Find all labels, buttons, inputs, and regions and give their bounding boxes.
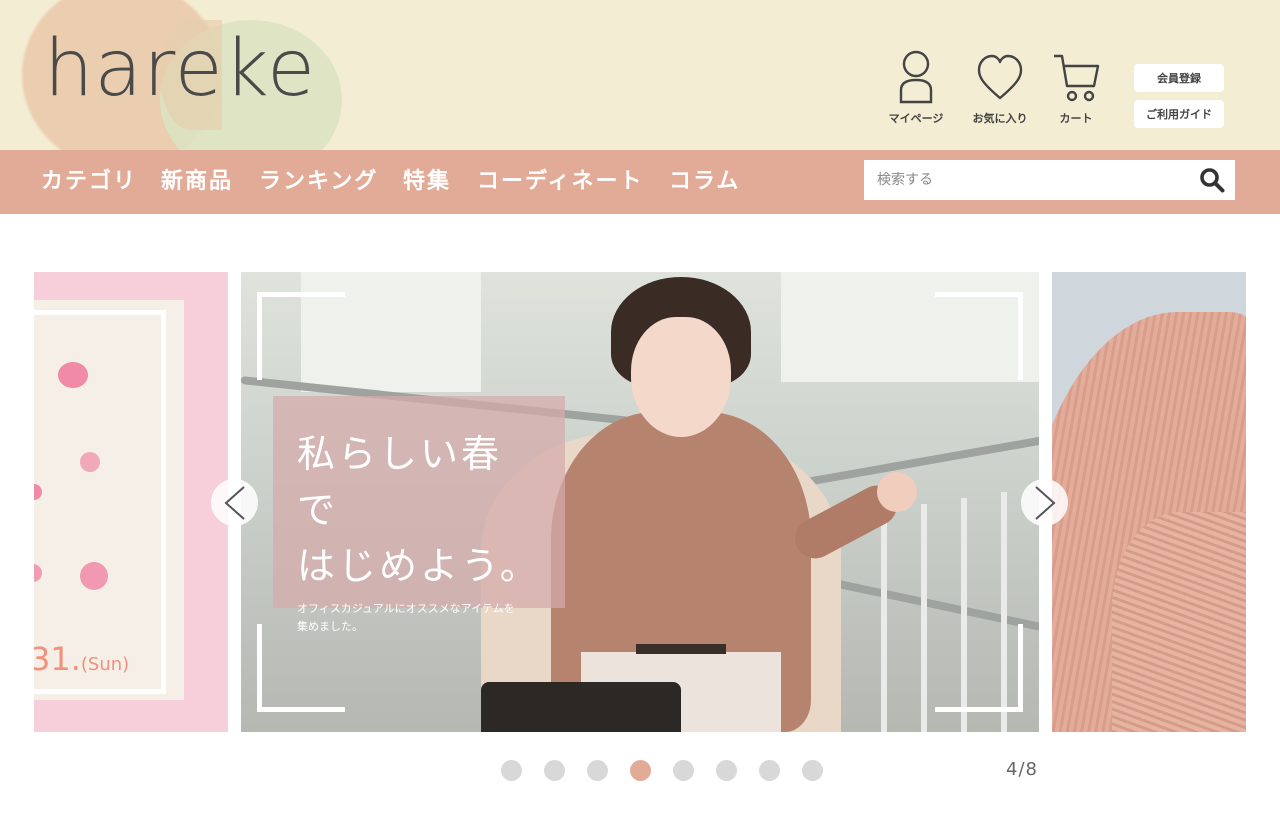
cart-label: カート bbox=[1059, 112, 1093, 125]
carousel-prev-button[interactable] bbox=[211, 479, 258, 526]
carousel-dot[interactable] bbox=[673, 760, 694, 781]
carousel-slide-current[interactable]: 私らしい春で はじめよう。 オフィスカジュアルにオススメなアイテムを 集めました… bbox=[241, 272, 1039, 732]
slide-date-number: 31. bbox=[34, 640, 81, 678]
frame-corner bbox=[257, 292, 345, 380]
slide-headline: 私らしい春で はじめよう。 bbox=[297, 432, 541, 588]
knit-garment bbox=[1112, 512, 1246, 732]
carousel-dot[interactable] bbox=[716, 760, 737, 781]
slide-frame bbox=[34, 310, 166, 694]
nav-item-column[interactable]: コラム bbox=[669, 168, 740, 196]
search-icon[interactable] bbox=[1199, 167, 1225, 193]
carousel-dot[interactable] bbox=[587, 760, 608, 781]
carousel-slide-next[interactable] bbox=[1052, 272, 1246, 732]
heart-icon bbox=[977, 54, 1023, 100]
cart-button[interactable]: カート bbox=[1041, 50, 1111, 126]
site-logo[interactable]: hareke bbox=[44, 30, 316, 108]
frame-corner bbox=[935, 292, 1023, 380]
carousel-dot[interactable] bbox=[544, 760, 565, 781]
carousel-dot[interactable] bbox=[501, 760, 522, 781]
slide-date: 31.(Sun) bbox=[34, 640, 129, 678]
stair-baluster bbox=[921, 504, 927, 732]
carousel-next-button[interactable] bbox=[1021, 479, 1068, 526]
user-icon bbox=[899, 50, 933, 104]
photo-model-face bbox=[631, 317, 731, 437]
nav-item-category[interactable]: カテゴリ bbox=[41, 168, 137, 196]
chevron-right-icon bbox=[1034, 485, 1056, 520]
mypage-label: マイページ bbox=[888, 112, 944, 125]
cart-icon bbox=[1054, 54, 1100, 102]
petal-decoration bbox=[58, 362, 88, 388]
search-box bbox=[864, 160, 1235, 200]
carousel-slide-prev[interactable]: 31.(Sun) bbox=[34, 272, 228, 732]
register-button[interactable]: 会員登録 bbox=[1134, 64, 1224, 92]
chevron-left-icon bbox=[223, 485, 245, 520]
petal-decoration bbox=[80, 452, 100, 472]
mypage-button[interactable]: マイページ bbox=[881, 50, 951, 126]
petal-decoration bbox=[80, 562, 108, 590]
main-nav: カテゴリ 新商品 ランキング 特集 コーディネート コラム bbox=[0, 150, 1280, 214]
stair-baluster bbox=[881, 512, 887, 732]
guide-button[interactable]: ご利用ガイド bbox=[1134, 100, 1224, 128]
slide-date-day: (Sun) bbox=[80, 654, 130, 675]
slide-caption: 私らしい春で はじめよう。 オフィスカジュアルにオススメなアイテムを 集めました… bbox=[273, 396, 565, 633]
nav-item-coordinate[interactable]: コーディネート bbox=[477, 168, 643, 196]
photo-model-bag bbox=[481, 682, 681, 732]
photo-model-belt bbox=[636, 644, 726, 654]
nav-item-feature[interactable]: 特集 bbox=[403, 168, 451, 196]
slide-subtext: オフィスカジュアルにオススメなアイテムを 集めました。 bbox=[297, 602, 515, 633]
favorites-button[interactable]: お気に入り bbox=[965, 50, 1035, 126]
photo-model-hand bbox=[877, 472, 917, 512]
favorites-label: お気に入り bbox=[972, 112, 1028, 125]
nav-item-new[interactable]: 新商品 bbox=[161, 168, 233, 196]
frame-corner bbox=[257, 624, 345, 712]
frame-corner bbox=[935, 624, 1023, 712]
carousel-dot[interactable] bbox=[630, 760, 651, 781]
slide-counter: 4/8 bbox=[1006, 759, 1038, 780]
search-input[interactable] bbox=[864, 161, 1184, 199]
nav-item-ranking[interactable]: ランキング bbox=[259, 168, 378, 196]
carousel-dot[interactable] bbox=[759, 760, 780, 781]
carousel-dot[interactable] bbox=[802, 760, 823, 781]
site-header: hareke マイページ お気に入り カート 会員登録 ご利用ガイド bbox=[0, 0, 1280, 150]
